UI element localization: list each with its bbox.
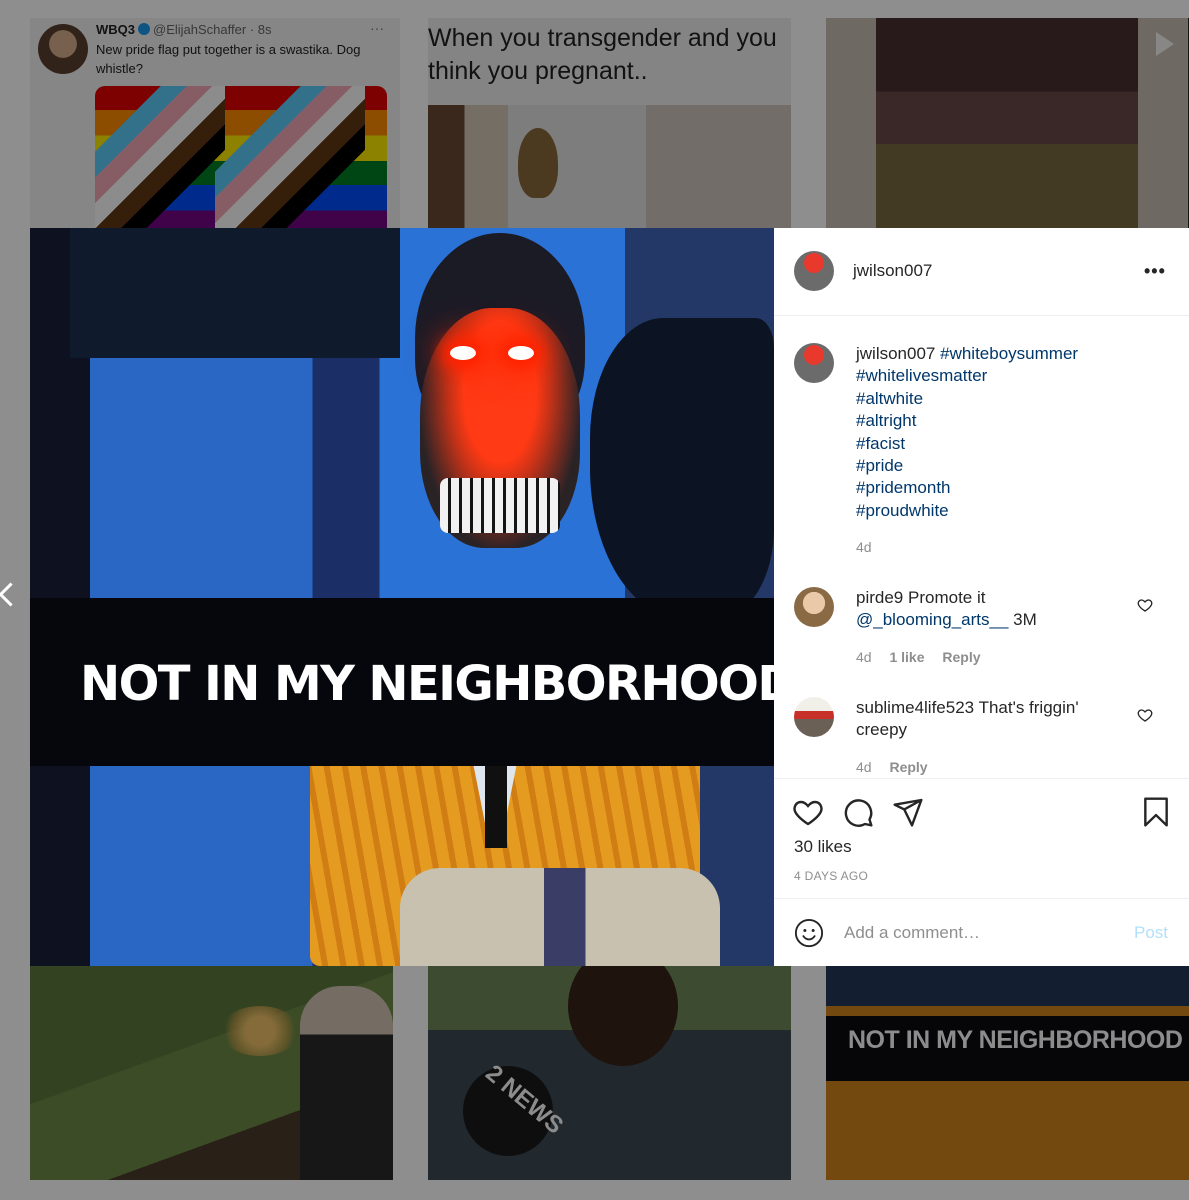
author-username[interactable]: jwilson007 (853, 261, 932, 281)
glowing-eye-icon (508, 346, 534, 360)
post-header: jwilson007 ••• (774, 228, 1189, 316)
emoji-icon[interactable] (794, 918, 824, 948)
comment-bubble-icon[interactable] (842, 796, 874, 828)
neighborhood-meme-tile[interactable]: NOT IN MY NEIGHBORHOOD (826, 966, 1189, 1180)
commenter-username[interactable]: pirde9 (856, 588, 903, 607)
hashtag-link[interactable]: #altwhite (856, 388, 1116, 410)
commenter-avatar[interactable] (794, 697, 834, 737)
video-thumbnail (876, 18, 1138, 228)
like-heart-icon[interactable] (792, 796, 824, 828)
hashtag-link[interactable]: #pride (856, 455, 1116, 477)
hashtag-link[interactable]: #proudwhite (856, 500, 1116, 522)
mention-link[interactable]: @_blooming_arts__ (856, 610, 1008, 629)
author-avatar[interactable] (794, 251, 834, 291)
neighborhood-caption: NOT IN MY NEIGHBORHOOD (848, 1026, 1183, 1054)
hashtag-link[interactable]: #facist (856, 433, 1116, 455)
tweet-text: New pride flag put together is a swastik… (96, 42, 361, 76)
save-bookmark-icon[interactable] (1140, 796, 1172, 828)
reply-button[interactable]: Reply (942, 649, 980, 665)
hashtag-link[interactable]: #pridemonth (856, 477, 1116, 499)
previous-post-chevron-icon[interactable] (0, 580, 14, 610)
hashtag-link[interactable]: #altright (856, 410, 1116, 432)
share-send-icon[interactable] (892, 796, 924, 828)
post-side-panel: jwilson007 ••• jwilson007 #whiteboysumme… (774, 228, 1189, 966)
meme-text: When you transgender and you think you p… (428, 24, 777, 85)
post-timestamp[interactable]: 4 DAYS AGO (794, 869, 868, 883)
commenter-username[interactable]: sublime4life523 (856, 698, 974, 717)
meme-photo (428, 105, 791, 228)
post-actions: 30 likes 4 DAYS AGO (774, 778, 1189, 898)
tweet-handle: @ElijahSchaffer · 8s (153, 22, 272, 37)
hashtag-link[interactable]: #whitelivesmatter (856, 365, 1116, 387)
video-tile[interactable] (826, 18, 1189, 228)
comment-text-suffix: 3M (1008, 610, 1037, 630)
news-photo-tile[interactable]: 2 NEWS (428, 966, 791, 1180)
tweet-screenshot-tile[interactable]: WBQ3 @ElijahSchaffer · 8s ··· New pride f… (30, 18, 400, 228)
comment-time[interactable]: 4d (856, 649, 872, 665)
comment-time[interactable]: 4d (856, 759, 872, 775)
meme-tile[interactable]: When you transgender and you think you p… (428, 18, 791, 228)
tweet-more-icon: ··· (370, 20, 384, 36)
comment-like-count[interactable]: 1 like (889, 649, 924, 665)
more-options-icon[interactable]: ••• (1144, 261, 1174, 281)
like-comment-heart-icon[interactable] (1137, 597, 1153, 613)
tweet-avatar (38, 24, 88, 74)
add-comment-bar: Post (774, 898, 1189, 966)
tweet-author-name: WBQ3 (96, 22, 135, 37)
caption-avatar[interactable] (794, 343, 834, 383)
like-comment-heart-icon[interactable] (1137, 707, 1153, 723)
comment-text: Promote it (908, 588, 986, 607)
pride-flag-image (95, 86, 387, 228)
post-image-caption: NOT IN MY NEIGHBORHOOD (80, 656, 774, 712)
verified-icon (138, 23, 150, 35)
caption-username[interactable]: jwilson007 (856, 344, 935, 363)
like-count[interactable]: 30 likes (794, 837, 852, 857)
post-comment-button[interactable]: Post (1134, 923, 1168, 943)
commenter-avatar[interactable] (794, 587, 834, 627)
post-image[interactable]: NOT IN MY NEIGHBORHOOD (30, 228, 774, 966)
caption-time[interactable]: 4d (856, 539, 872, 555)
shooting-photo-tile[interactable] (30, 966, 393, 1180)
play-icon (1156, 32, 1174, 56)
hashtag-link[interactable]: #whiteboysummer (940, 344, 1078, 363)
comments-list[interactable]: jwilson007 #whiteboysummer #whitelivesma… (774, 317, 1189, 778)
reply-button[interactable]: Reply (889, 759, 927, 775)
glowing-eye-icon (450, 346, 476, 360)
comment-input[interactable] (844, 917, 1114, 949)
